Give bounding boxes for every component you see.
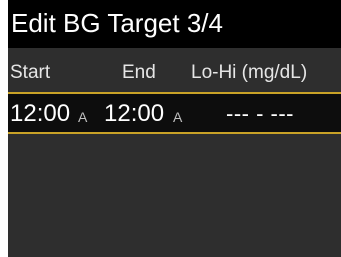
start-ampm-indicator: A	[78, 109, 88, 125]
end-time-value[interactable]: 12:00	[104, 101, 164, 127]
column-header-end: End	[122, 62, 156, 83]
target-row-selected[interactable]: 12:00 A 12:00 A --- - ---	[8, 92, 341, 134]
empty-list-area	[8, 134, 341, 257]
column-header-start: Start	[10, 62, 51, 83]
column-header-range: Lo-Hi (mg/dL)	[191, 62, 308, 83]
bg-range-value[interactable]: --- - ---	[226, 101, 294, 127]
end-ampm-indicator: A	[173, 109, 183, 125]
pump-screen: Edit BG Target 3/4 Start End Lo-Hi (mg/d…	[8, 0, 341, 257]
screen-title: Edit BG Target 3/4	[11, 8, 223, 38]
start-time-value[interactable]: 12:00	[10, 101, 70, 127]
title-bar: Edit BG Target 3/4	[8, 0, 341, 48]
